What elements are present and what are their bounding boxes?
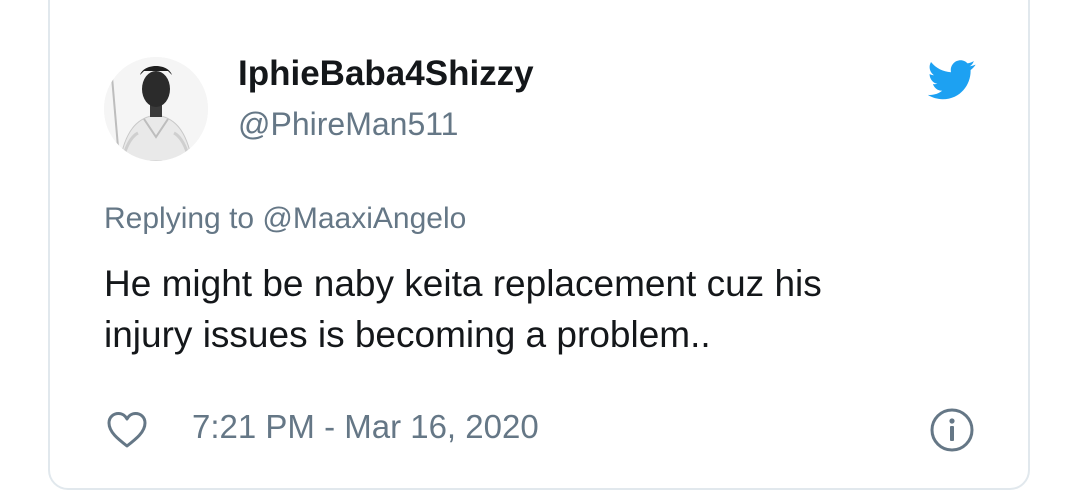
tweet-text: He might be naby keita replacement cuz h…	[104, 258, 944, 360]
avatar-photo	[104, 57, 208, 161]
tweet-text-line: He might be naby keita replacement cuz h…	[104, 263, 822, 304]
info-icon[interactable]	[928, 406, 976, 454]
avatar[interactable]	[104, 57, 208, 161]
user-handle[interactable]: @PhireMan511	[238, 106, 458, 143]
tweet-text-line: injury issues is becoming a problem..	[104, 314, 711, 355]
heart-icon[interactable]	[106, 411, 148, 449]
display-name[interactable]: IphieBaba4Shizzy	[238, 54, 534, 94]
twitter-bird-icon[interactable]	[928, 60, 976, 100]
tweet-timestamp[interactable]: 7:21 PM - Mar 16, 2020	[192, 408, 539, 446]
replying-to[interactable]: Replying to @MaaxiAngelo	[104, 202, 466, 236]
